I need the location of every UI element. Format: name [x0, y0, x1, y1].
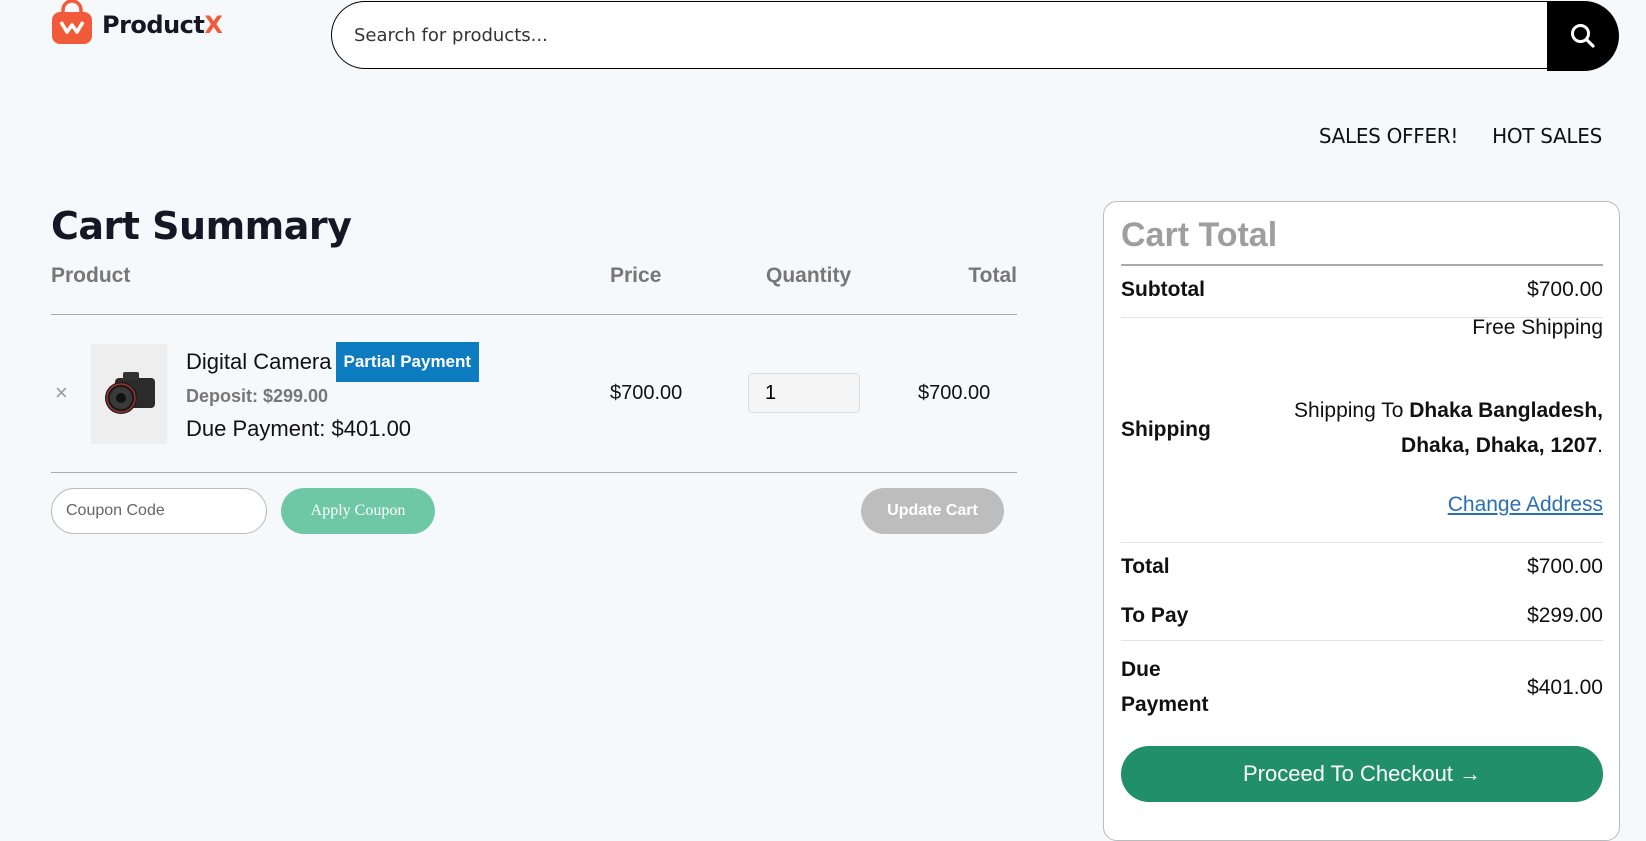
total-row: Total $700.00 [1121, 555, 1603, 579]
item-price: $700.00 [610, 382, 683, 404]
shipping-address: Shipping To Dhaka Bangladesh, Dhaka, Dha… [1294, 399, 1603, 457]
column-total: Total [968, 264, 1017, 287]
item-total: $700.00 [918, 382, 991, 404]
top-nav: SALES OFFER! HOT SALES [1319, 124, 1602, 148]
search-input[interactable] [331, 1, 1547, 69]
total-value: $700.00 [1527, 555, 1603, 578]
due-payment-amount: Due Payment: $401.00 [186, 416, 412, 441]
deposit-amount: Deposit: $299.00 [186, 386, 329, 406]
brand-name: ProductX [102, 11, 223, 39]
divider [1121, 264, 1603, 266]
product-name[interactable]: Digital Camera [186, 349, 332, 375]
column-quantity: Quantity [766, 264, 852, 287]
divider [1121, 640, 1603, 641]
cart-total-title: Cart Total [1121, 216, 1278, 254]
update-cart-button[interactable]: Update Cart [861, 488, 1004, 534]
to-pay-label: To Pay [1121, 604, 1189, 627]
cart-total-panel: Cart Total Subtotal $700.00 Free Shippin… [1103, 201, 1620, 841]
due-payment-label: Due Payment [1121, 658, 1209, 716]
search-bar [331, 1, 1619, 71]
nav-sales-offer[interactable]: SALES OFFER! [1319, 124, 1459, 148]
page-title: Cart Summary [51, 204, 352, 248]
product-thumbnail[interactable] [91, 344, 167, 444]
shopping-bag-icon [50, 0, 94, 46]
due-payment-row: Due Payment $401.00 [1121, 652, 1603, 722]
cart-table-header: Product Price Quantity Total [51, 262, 1017, 315]
subtotal-value: $700.00 [1527, 278, 1603, 301]
apply-coupon-button[interactable]: Apply Coupon [281, 488, 435, 534]
to-pay-row: To Pay $299.00 [1121, 604, 1603, 628]
divider [1121, 542, 1603, 543]
column-product: Product [51, 264, 131, 287]
subtotal-label: Subtotal [1121, 278, 1205, 301]
camera-icon [105, 372, 155, 414]
quantity-input[interactable] [748, 373, 860, 413]
total-label: Total [1121, 555, 1170, 578]
search-icon [1571, 24, 1595, 48]
product-name-group: Digital Camera Partial Payment [186, 342, 480, 382]
change-address-wrap: Change Address [1448, 487, 1603, 522]
partial-payment-badge: Partial Payment [335, 342, 480, 382]
remove-item-icon[interactable]: × [55, 380, 68, 406]
cart-item-row: × Digital Camera Partial Payment Deposit… [51, 314, 1017, 473]
shipping-label: Shipping [1121, 418, 1211, 441]
subtotal-row: Subtotal $700.00 [1121, 278, 1603, 302]
coupon-code-input[interactable] [51, 488, 267, 534]
shipping-method: Free Shipping [1472, 316, 1603, 339]
to-pay-value: $299.00 [1527, 604, 1603, 627]
nav-hot-sales[interactable]: HOT SALES [1492, 124, 1602, 148]
proceed-to-checkout-button[interactable]: Proceed To Checkout → [1121, 746, 1603, 802]
logo[interactable]: ProductX [50, 0, 223, 46]
due-payment-value: $401.00 [1527, 675, 1603, 699]
column-price: Price [610, 264, 662, 287]
change-address-link[interactable]: Change Address [1448, 493, 1603, 516]
search-button[interactable] [1547, 1, 1619, 71]
